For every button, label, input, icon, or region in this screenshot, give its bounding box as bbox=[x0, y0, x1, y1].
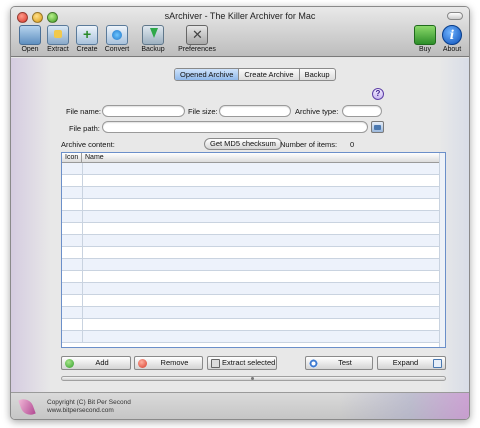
segmented-tabs: Opened Archive Create Archive Backup bbox=[174, 68, 336, 81]
list-row[interactable] bbox=[62, 211, 445, 223]
file-name-label: File name: bbox=[66, 107, 102, 116]
archive-content-list[interactable]: Icon Name bbox=[61, 152, 446, 348]
main-content: Opened Archive Create Archive Backup ? F… bbox=[11, 58, 469, 392]
website-link[interactable]: www.bitpersecond.com bbox=[47, 407, 131, 415]
column-header-icon[interactable]: Icon bbox=[62, 153, 82, 163]
backup-button[interactable]: Backup bbox=[137, 25, 169, 57]
list-row[interactable] bbox=[62, 175, 445, 187]
decorative-swirl-footer bbox=[339, 393, 469, 419]
number-of-items-value: 0 bbox=[350, 140, 355, 149]
archive-content-label: Archive content: bbox=[61, 140, 115, 149]
remove-icon bbox=[138, 359, 147, 368]
add-icon bbox=[65, 359, 74, 368]
test-label: Test bbox=[338, 358, 352, 367]
open-folder-icon bbox=[19, 25, 41, 45]
list-row[interactable] bbox=[62, 247, 445, 259]
create-archive-icon bbox=[76, 25, 98, 45]
copyright-text: Copyright (C) Bit Per Second bbox=[47, 399, 131, 406]
extract-selected-label: Extract selected bbox=[222, 358, 276, 367]
decorative-swirl-left bbox=[11, 58, 51, 392]
tab-opened-archive[interactable]: Opened Archive bbox=[175, 69, 240, 80]
footer: Copyright (C) Bit Per Second www.bitpers… bbox=[11, 392, 469, 419]
md5-checksum-button[interactable]: Get MD5 checksum bbox=[204, 138, 282, 150]
list-row[interactable] bbox=[62, 331, 445, 343]
list-header: Icon Name bbox=[62, 153, 445, 163]
extract-selected-icon bbox=[211, 359, 220, 368]
list-row[interactable] bbox=[62, 163, 445, 175]
archive-type-label: Archive type: bbox=[295, 107, 339, 116]
list-row[interactable] bbox=[62, 223, 445, 235]
help-button[interactable]: ? bbox=[372, 88, 384, 100]
remove-label: Remove bbox=[160, 358, 189, 367]
list-row[interactable] bbox=[62, 307, 445, 319]
archive-type-field[interactable] bbox=[342, 105, 382, 117]
list-row[interactable] bbox=[62, 235, 445, 247]
preferences-button[interactable]: Preferences bbox=[178, 25, 216, 57]
browse-folder-button[interactable] bbox=[371, 121, 384, 133]
test-button[interactable]: Test bbox=[305, 356, 373, 370]
panel-splitter[interactable] bbox=[61, 376, 446, 381]
add-label: Add bbox=[95, 358, 109, 367]
backup-download-icon bbox=[142, 25, 164, 45]
shopping-basket-icon bbox=[414, 25, 436, 45]
list-row[interactable] bbox=[62, 187, 445, 199]
expand-panel-icon bbox=[433, 359, 442, 368]
file-size-field[interactable] bbox=[219, 105, 291, 117]
list-vertical-scrollbar[interactable] bbox=[439, 153, 445, 347]
list-row[interactable] bbox=[62, 199, 445, 211]
extract-selected-button[interactable]: Extract selected bbox=[207, 356, 277, 370]
app-window: sArchiver - The Killer Archiver for Mac … bbox=[10, 6, 470, 420]
convert-icon bbox=[106, 25, 128, 45]
list-row[interactable] bbox=[62, 283, 445, 295]
preferences-label: Preferences bbox=[178, 46, 216, 53]
expand-label: Expand bbox=[392, 358, 419, 367]
add-button[interactable]: Add bbox=[61, 356, 131, 370]
backup-label: Backup bbox=[141, 46, 165, 53]
about-label: About bbox=[442, 46, 462, 53]
tab-create-archive[interactable]: Create Archive bbox=[239, 69, 300, 80]
file-path-field[interactable] bbox=[102, 121, 368, 133]
file-size-label: File size: bbox=[188, 107, 218, 116]
number-of-items-label: Number of items: bbox=[280, 140, 338, 149]
convert-button[interactable]: Convert bbox=[101, 25, 133, 57]
list-rows bbox=[62, 163, 445, 343]
expand-button[interactable]: Expand bbox=[377, 356, 446, 370]
toolbar-toggle-button[interactable] bbox=[447, 12, 463, 20]
tools-icon bbox=[186, 25, 208, 45]
magnifier-icon bbox=[309, 359, 318, 368]
tab-backup[interactable]: Backup bbox=[300, 69, 335, 80]
about-button[interactable]: i About bbox=[436, 25, 468, 57]
feather-logo-icon bbox=[18, 396, 36, 418]
list-row[interactable] bbox=[62, 295, 445, 307]
file-name-field[interactable] bbox=[102, 105, 185, 117]
file-path-label: File path: bbox=[69, 124, 100, 133]
copyright-block: Copyright (C) Bit Per Second www.bitpers… bbox=[47, 399, 131, 415]
extract-icon bbox=[47, 25, 69, 45]
list-row[interactable] bbox=[62, 319, 445, 331]
remove-button[interactable]: Remove bbox=[134, 356, 203, 370]
column-header-name[interactable]: Name bbox=[82, 153, 440, 163]
window-title: sArchiver - The Killer Archiver for Mac bbox=[164, 11, 316, 21]
info-icon: i bbox=[442, 25, 462, 45]
list-row[interactable] bbox=[62, 259, 445, 271]
list-row[interactable] bbox=[62, 271, 445, 283]
title-bar: sArchiver - The Killer Archiver for Mac … bbox=[11, 7, 469, 57]
